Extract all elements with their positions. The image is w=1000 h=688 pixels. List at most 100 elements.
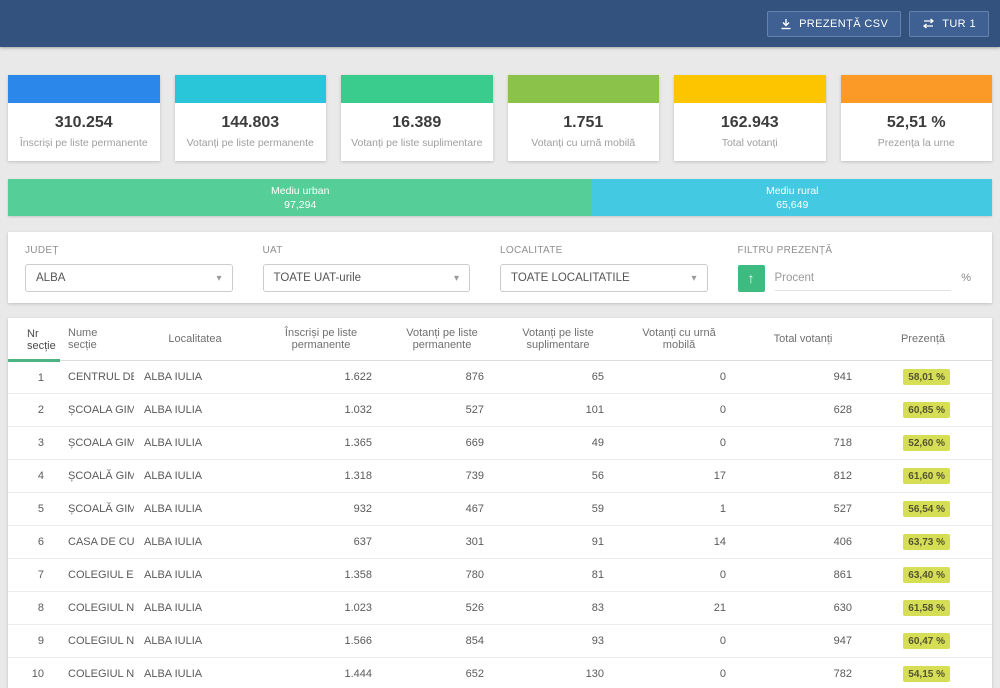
cell-prezenta: 58,01 % [866,361,992,394]
cell-votanti_permanente: 467 [386,493,498,526]
table-row[interactable]: 10COLEGIUL N...ALBA IULIA1.4446521300782… [8,658,992,688]
cell-nume: CASA DE CUL... [60,526,134,559]
prezenta-csv-button[interactable]: PREZENȚĂ CSV [767,11,901,37]
tur-button[interactable]: TUR 1 [909,11,989,37]
filter-prezenta: FILTRU PREZENȚĂ ↑ % [738,245,976,292]
cell-localitate: ALBA IULIA [134,361,256,394]
stat-value: 144.803 [175,114,327,132]
cell-urna_mobila: 0 [618,658,740,688]
table-column-header[interactable]: Votanți cu urnă mobilă [618,318,740,361]
stat-label: Prezența la urne [847,137,987,149]
table-column-header[interactable]: Votanți pe liste permanente [386,318,498,361]
cell-nume: ȘCOALA GIM... [60,394,134,427]
cell-votanti_suplimentare: 91 [498,526,618,559]
table-column-header[interactable]: Nume secție [60,318,134,361]
uat-select[interactable]: TOATE UAT-urile ▾ [263,264,471,292]
cell-urna_mobila: 0 [618,625,740,658]
cell-total: 718 [740,427,866,460]
prezenta-badge: 63,73 % [903,534,950,550]
procent-input[interactable] [775,265,952,291]
table-body: 1CENTRUL DE ...ALBA IULIA1.6228766509415… [8,361,992,688]
table-row[interactable]: 4ȘCOALĂ GIM...ALBA IULIA1.31873956178126… [8,460,992,493]
cell-nr: 3 [8,427,60,460]
filter-judet-label: JUDEȚ [25,245,233,256]
table-header-row: Nr secțieNume secțieLocalitateaÎnscriși … [8,318,992,361]
table-column-header[interactable]: Localitatea [134,318,256,361]
table-column-header[interactable]: Total votanți [740,318,866,361]
cell-urna_mobila: 0 [618,559,740,592]
cell-votanti_permanente: 854 [386,625,498,658]
cell-inscrisi: 1.358 [256,559,386,592]
cell-localitate: ALBA IULIA [134,625,256,658]
cell-votanti_suplimentare: 49 [498,427,618,460]
table-column-header[interactable]: Votanți pe liste suplimentare [498,318,618,361]
filters-card: JUDEȚ ALBA ▾ UAT TOATE UAT-urile ▾ LOCAL… [8,232,992,303]
prezenta-badge: 61,58 % [903,600,950,616]
stat-card-4: 162.943Total votanți [674,75,826,161]
cell-nume: ȘCOALA GIM... [60,427,134,460]
stat-value: 16.389 [341,114,493,132]
filter-uat-label: UAT [263,245,471,256]
cell-total: 941 [740,361,866,394]
table-row[interactable]: 9COLEGIUL N...ALBA IULIA1.56685493094760… [8,625,992,658]
cell-nume: ȘCOALĂ GIM... [60,460,134,493]
stat-card-5: 52,51 %Prezența la urne [841,75,993,161]
prezenta-csv-label: PREZENȚĂ CSV [799,18,888,30]
cell-inscrisi: 1.318 [256,460,386,493]
cell-votanti_suplimentare: 93 [498,625,618,658]
cell-nume: COLEGIUL N... [60,625,134,658]
cell-prezenta: 56,54 % [866,493,992,526]
cell-inscrisi: 637 [256,526,386,559]
cell-prezenta: 54,15 % [866,658,992,688]
cell-nr: 8 [8,592,60,625]
cell-total: 630 [740,592,866,625]
cell-total: 812 [740,460,866,493]
stat-color-bar [8,75,160,103]
stat-color-bar [841,75,993,103]
cell-votanti_suplimentare: 83 [498,592,618,625]
medium-rural-label: Mediu rural [766,185,819,197]
filter-judet: JUDEȚ ALBA ▾ [25,245,263,292]
prezenta-badge: 56,54 % [903,501,950,517]
medium-urban-label: Mediu urban [271,185,329,197]
table-column-header[interactable]: Înscriși pe liste permanente [256,318,386,361]
table-row[interactable]: 3ȘCOALA GIM...ALBA IULIA1.36566949071852… [8,427,992,460]
judet-select[interactable]: ALBA ▾ [25,264,233,292]
cell-votanti_permanente: 780 [386,559,498,592]
cell-votanti_suplimentare: 65 [498,361,618,394]
stat-color-bar [341,75,493,103]
localitate-select[interactable]: TOATE LOCALITATILE ▾ [500,264,708,292]
table-row[interactable]: 6CASA DE CUL...ALBA IULIA637301911440663… [8,526,992,559]
table-row[interactable]: 7COLEGIUL EC...ALBA IULIA1.3587808108616… [8,559,992,592]
table-row[interactable]: 8COLEGIUL N...ALBA IULIA1.02352683216306… [8,592,992,625]
table-row[interactable]: 2ȘCOALA GIM...ALBA IULIA1.03252710106286… [8,394,992,427]
cell-total: 628 [740,394,866,427]
stat-value: 162.943 [674,114,826,132]
table-column-header[interactable]: Prezență [866,318,992,361]
main-content: 310.254 Înscriși pe liste permanente 144.8… [0,75,1000,688]
cell-prezenta: 61,58 % [866,592,992,625]
cell-nume: COLEGIUL N... [60,658,134,688]
cell-localitate: ALBA IULIA [134,526,256,559]
prezenta-controls: ↑ % [738,264,972,292]
stat-value: 310.254 [8,114,160,132]
table-row[interactable]: 5ȘCOALĂ GIM...ALBA IULIA93246759152756,5… [8,493,992,526]
cell-votanti_permanente: 527 [386,394,498,427]
stat-label: Votanți pe liste permanente [181,137,321,149]
cell-prezenta: 52,60 % [866,427,992,460]
cell-total: 527 [740,493,866,526]
direction-toggle-button[interactable]: ↑ [738,265,765,292]
localitate-selected-value: TOATE LOCALITATILE [511,272,630,284]
cell-nr: 9 [8,625,60,658]
table-row[interactable]: 1CENTRUL DE ...ALBA IULIA1.6228766509415… [8,361,992,394]
cell-votanti_permanente: 876 [386,361,498,394]
stat-color-bar [175,75,327,103]
cell-votanti_permanente: 739 [386,460,498,493]
medium-distribution-bar: Mediu urban 97,294 Mediu rural 65,649 [8,179,992,216]
cell-nr: 1 [8,361,60,394]
results-table-card: Nr secțieNume secțieLocalitateaÎnscriși … [8,318,992,688]
table-column-header[interactable]: Nr secție [8,318,60,361]
cell-localitate: ALBA IULIA [134,394,256,427]
cell-nr: 7 [8,559,60,592]
cell-prezenta: 61,60 % [866,460,992,493]
